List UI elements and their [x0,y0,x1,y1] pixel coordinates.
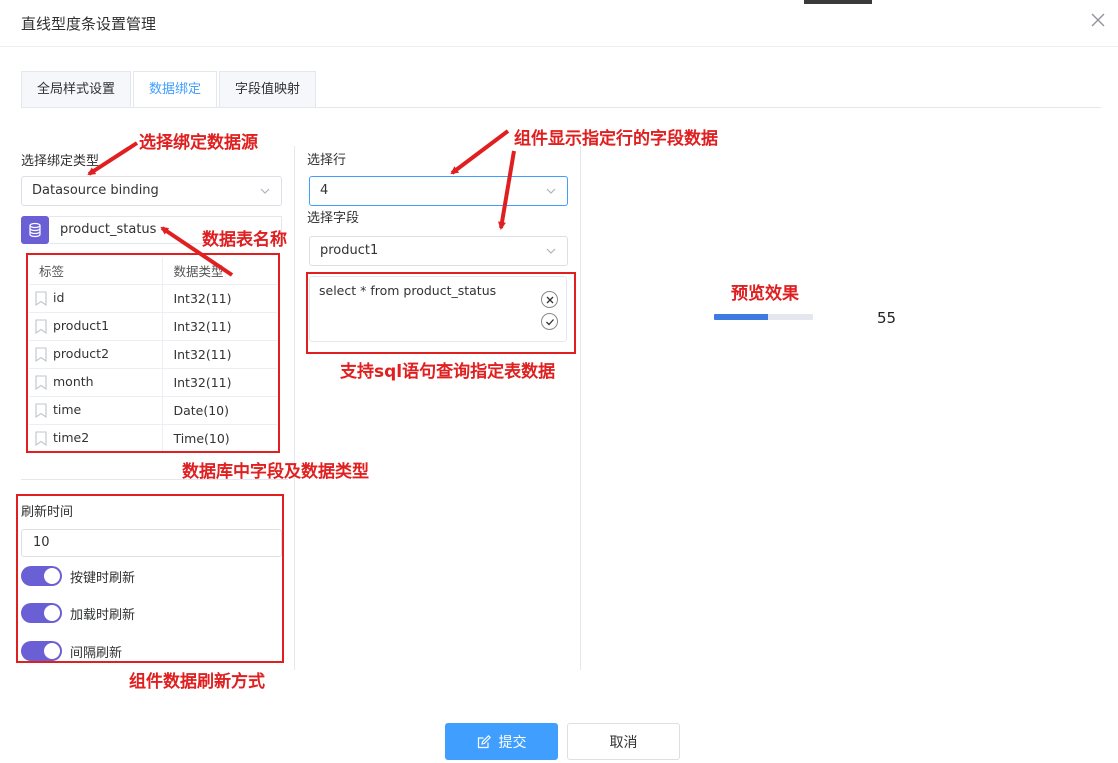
bookmark-icon [35,347,47,362]
field-name-cell: time2 [29,424,163,453]
table-row: time Date(10) [29,396,277,425]
annotation-field-types: 数据库中字段及数据类型 [182,462,369,482]
refresh-time-label: 刷新时间 [21,505,74,520]
field-name: time2 [53,430,90,445]
edit-icon [477,734,491,748]
bookmark-icon [35,319,47,334]
bookmark-icon [35,291,47,306]
close-icon [546,296,553,303]
field-name: product2 [53,346,110,361]
tab-field-mapping[interactable]: 字段值映射 [219,71,317,108]
column-divider-left [294,146,295,670]
preview-progress-fill [714,314,769,320]
binding-type-select[interactable]: Datasource binding [21,176,282,206]
sql-clear-button[interactable] [541,291,558,308]
select-row[interactable]: 4 [309,176,568,206]
column-header-label: 标签 [29,258,163,285]
annotation-refresh-mode: 组件数据刷新方式 [129,672,265,692]
switch-refresh-on-key-label: 按键时刷新 [70,571,136,586]
table-row: month Int32(11) [29,368,277,397]
field-type: Int32(11) [162,284,277,313]
submit-label: 提交 [498,734,527,751]
refresh-time-input[interactable]: 10 [21,529,282,557]
tab-global-style[interactable]: 全局样式设置 [21,71,132,108]
chevron-down-icon [546,248,556,254]
field-name-cell: product1 [29,312,163,341]
field-name-cell: id [29,284,163,313]
bookmark-icon [35,375,47,390]
sql-confirm-button[interactable] [541,313,558,330]
select-row-value: 4 [320,183,329,198]
annotation-preview: 预览效果 [731,284,799,304]
field-type: Int32(11) [162,368,277,397]
switch-interval-refresh-label: 间隔刷新 [70,646,123,661]
arrow-to-select-row [450,129,510,175]
check-icon [545,318,554,325]
window-top-handle [804,0,872,4]
annotation-table-name: 数据表名称 [202,230,287,250]
switch-refresh-on-load[interactable] [21,603,62,623]
chevron-down-icon [260,188,270,194]
field-name-cell: time [29,396,163,425]
select-field-label: 选择字段 [307,211,360,226]
field-table: 标签 数据类型 id Int32(11) product1 Int32(11) prod… [29,258,277,453]
annotation-row-field: 组件显示指定行的字段数据 [514,129,718,149]
database-icon [21,216,49,244]
table-row: id Int32(11) [29,284,277,313]
field-name-cell: month [29,368,163,397]
select-field[interactable]: product1 [309,236,568,266]
field-name-cell: product2 [29,340,163,369]
close-icon[interactable] [1090,12,1106,28]
field-type: Int32(11) [162,340,277,369]
sql-editor[interactable]: select * from product_status [309,276,567,342]
switch-refresh-on-key[interactable] [21,566,62,586]
field-type: Date(10) [162,396,277,425]
field-type: Int32(11) [162,312,277,341]
dialog-title: 直线型度条设置管理 [21,15,157,33]
switch-interval-refresh[interactable] [21,641,62,661]
chevron-down-icon [546,188,556,194]
cancel-button[interactable]: 取消 [567,723,680,760]
column-header-type: 数据类型 [162,258,277,285]
binding-type-label: 选择绑定类型 [21,154,100,169]
preview-progress-bar [714,314,813,320]
binding-type-value: Datasource binding [32,183,159,198]
select-field-value: product1 [320,243,379,258]
annotation-sql: 支持sql语句查询指定表数据 [340,362,556,382]
annotation-datasource: 选择绑定数据源 [139,133,258,153]
table-row: product2 Int32(11) [29,340,277,369]
table-row: product1 Int32(11) [29,312,277,341]
tab-data-binding[interactable]: 数据绑定 [133,71,218,108]
submit-button[interactable]: 提交 [445,723,558,760]
bookmark-icon [35,431,47,446]
sql-query: select * from product_status [319,283,497,298]
switch-refresh-on-load-label: 加载时刷新 [70,608,136,623]
bookmark-icon [35,403,47,418]
tabs-divider [21,107,1101,108]
column-divider-right [580,146,581,670]
field-name: month [53,374,94,389]
title-divider [0,46,1118,47]
table-row: time2 Time(10) [29,424,277,453]
field-name: time [53,402,82,417]
field-type: Time(10) [162,424,277,453]
tab-bar: 全局样式设置 数据绑定 字段值映射 [21,71,318,108]
field-name: id [53,290,65,305]
preview-value: 55 [877,309,897,327]
field-name: product1 [53,318,110,333]
select-row-label: 选择行 [307,153,347,168]
cancel-label: 取消 [609,734,638,751]
